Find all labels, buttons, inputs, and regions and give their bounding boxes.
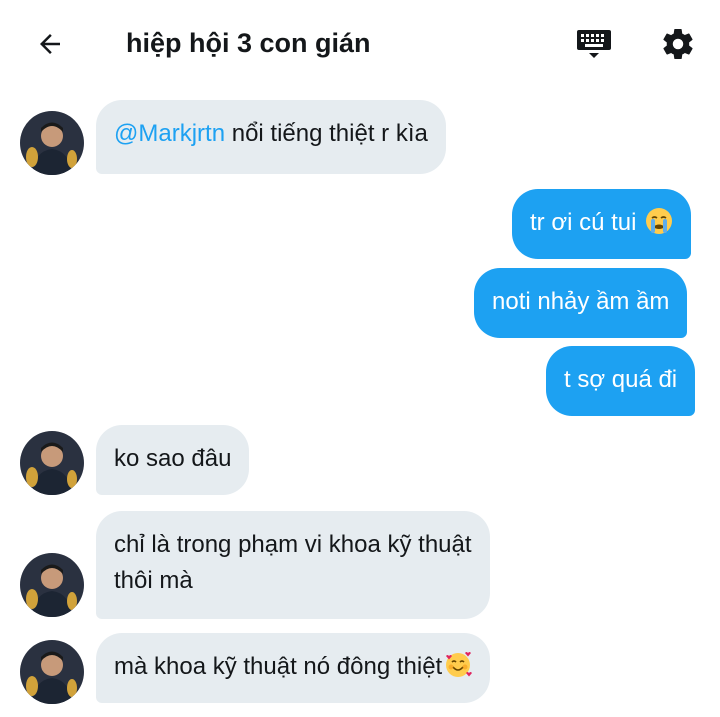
message-text-line: chỉ là trong phạm vi khoa kỹ thuật xyxy=(114,531,472,558)
message-text: ko sao đâu xyxy=(114,445,232,472)
keyboard-icon xyxy=(577,30,611,58)
avatar[interactable] xyxy=(20,640,84,704)
back-button[interactable] xyxy=(28,22,72,66)
message-bubble-outgoing[interactable]: tr ơi cú tui xyxy=(512,189,692,259)
user-avatar-icon xyxy=(20,431,84,495)
conversation-title: hiệp hội 3 con gián xyxy=(126,28,371,58)
message-bubble-incoming[interactable]: chỉ là trong phạm vi khoa kỹ thuật thôi … xyxy=(96,511,490,619)
user-avatar-icon xyxy=(20,640,84,704)
message-text: noti nhảy ầm ầm xyxy=(492,288,670,315)
user-avatar-icon xyxy=(20,553,84,617)
crying-face-icon xyxy=(646,208,673,234)
message-text: mà khoa kỹ thuật nó đông thiệt xyxy=(114,653,443,680)
message-bubble-outgoing[interactable]: t sợ quá đi xyxy=(546,346,696,416)
gear-icon xyxy=(663,29,693,60)
keyboard-button[interactable] xyxy=(572,22,616,66)
avatar[interactable] xyxy=(20,431,84,495)
smiling-face-with-hearts-icon xyxy=(446,652,473,677)
conversation-header: hiệp hội 3 con gián xyxy=(0,0,720,90)
message-bubble-incoming[interactable]: ko sao đâu xyxy=(96,425,250,495)
message-text-line: thôi mà xyxy=(114,567,193,594)
message-text: nổi tiếng thiệt r kìa xyxy=(225,120,428,147)
message-bubble-outgoing[interactable]: noti nhảy ầm ầm xyxy=(474,268,688,338)
message-bubble-incoming[interactable]: mà khoa kỹ thuật nó đông thiệt xyxy=(96,633,491,703)
avatar[interactable] xyxy=(20,111,84,175)
avatar[interactable] xyxy=(20,553,84,617)
message-text: t sợ quá đi xyxy=(564,366,678,393)
user-avatar-icon xyxy=(20,111,84,175)
settings-button[interactable] xyxy=(656,22,700,66)
mention-link[interactable]: @Markjrtn xyxy=(114,120,225,147)
back-arrow-icon xyxy=(40,34,60,54)
message-bubble-incoming[interactable]: @Markjrtn nổi tiếng thiệt r kìa xyxy=(96,100,446,174)
message-text: tr ơi cú tui xyxy=(530,209,637,236)
